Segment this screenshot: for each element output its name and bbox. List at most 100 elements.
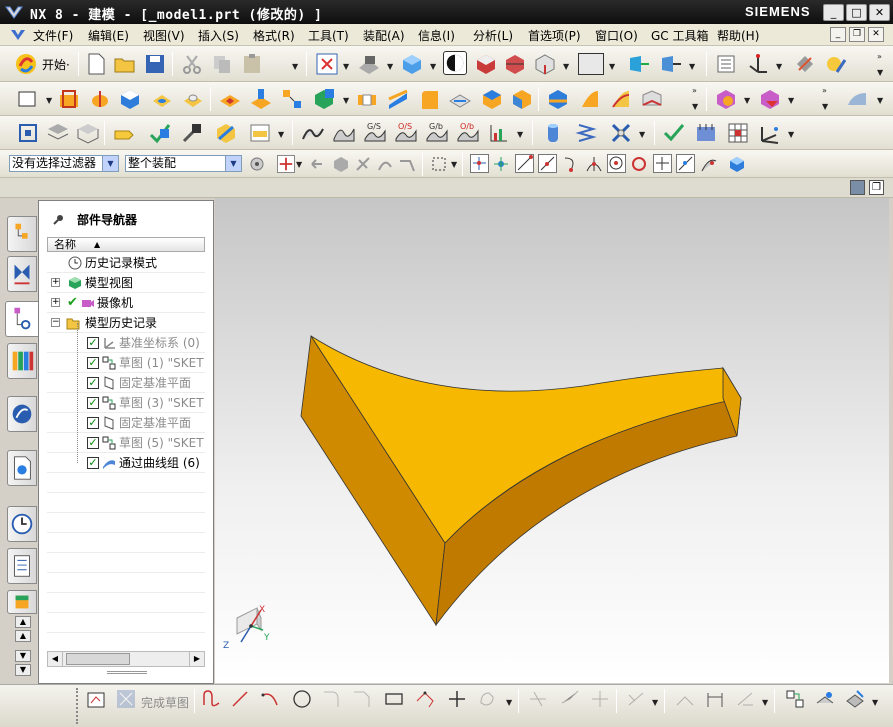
tools-icon[interactable] bbox=[609, 121, 633, 145]
pad-icon[interactable] bbox=[249, 87, 273, 111]
scroll-up-button[interactable]: ▲ bbox=[15, 616, 31, 628]
chamfer-icon[interactable] bbox=[448, 87, 472, 111]
menu-tools[interactable]: 工具(T) bbox=[308, 27, 349, 44]
scroll-left-icon[interactable]: ◀ bbox=[48, 652, 63, 666]
circle-icon[interactable] bbox=[292, 689, 312, 709]
move-feature-icon[interactable] bbox=[180, 121, 204, 145]
constraint-navigator-tab[interactable] bbox=[7, 256, 37, 292]
cylinder-icon[interactable] bbox=[541, 121, 565, 145]
scroll-down-button[interactable]: ▼ bbox=[15, 650, 31, 662]
toolbar-more-icon[interactable]: » bbox=[877, 52, 882, 61]
subtract-icon[interactable] bbox=[355, 87, 379, 111]
csys-icon[interactable] bbox=[758, 121, 782, 145]
feature-check-icon[interactable] bbox=[148, 121, 172, 145]
finish-sketch-button[interactable]: 完成草图 bbox=[141, 694, 189, 711]
chevron-down-icon[interactable]: ▼ bbox=[343, 62, 349, 71]
filter-settings-icon[interactable] bbox=[248, 155, 266, 173]
chevron-down-icon[interactable]: ▼ bbox=[451, 160, 457, 169]
chevron-down-icon[interactable]: ▼ bbox=[46, 96, 52, 105]
system-materials-tab[interactable] bbox=[7, 548, 37, 584]
save-icon[interactable] bbox=[143, 52, 167, 76]
checkbox-icon[interactable]: ✓ bbox=[87, 437, 99, 449]
quick-extend-icon[interactable] bbox=[560, 689, 580, 709]
extrude-view-icon[interactable] bbox=[627, 52, 651, 76]
doc-restore-button[interactable]: ❐ bbox=[849, 27, 865, 42]
chevron-down-icon[interactable]: ▼ bbox=[343, 96, 349, 105]
checkbox-icon[interactable]: ✓ bbox=[87, 397, 99, 409]
scrollbar-thumb[interactable] bbox=[66, 653, 130, 665]
menu-file[interactable]: 文件(F) bbox=[33, 27, 73, 44]
polygon-icon[interactable] bbox=[415, 689, 435, 709]
rectangle-select-icon[interactable] bbox=[430, 155, 448, 173]
intersection-point-icon[interactable] bbox=[585, 155, 603, 173]
chevron-down-icon[interactable]: ▼ bbox=[689, 62, 695, 71]
resize-grip[interactable] bbox=[107, 671, 147, 674]
unite-icon[interactable] bbox=[312, 87, 336, 111]
intersect-icon[interactable] bbox=[386, 87, 410, 111]
control-point-icon[interactable] bbox=[562, 155, 580, 173]
select-curve-icon[interactable] bbox=[376, 155, 394, 173]
view-options-icon[interactable] bbox=[850, 180, 865, 195]
toolbar-more-icon[interactable]: » bbox=[692, 86, 697, 95]
part-navigator-tab[interactable] bbox=[5, 301, 39, 337]
open-folder-icon[interactable] bbox=[113, 52, 137, 76]
web-browser-tab[interactable] bbox=[7, 396, 37, 432]
snap-point-icon[interactable] bbox=[470, 154, 489, 173]
chevron-down-icon[interactable]: ▼ bbox=[639, 130, 645, 139]
select-feature-icon[interactable] bbox=[354, 155, 372, 173]
orient-view-icon[interactable] bbox=[400, 52, 424, 76]
expand-icon[interactable]: + bbox=[51, 298, 60, 307]
menu-assembly[interactable]: 装配(A) bbox=[363, 27, 405, 44]
pin-icon[interactable] bbox=[53, 213, 65, 225]
fit-icon[interactable] bbox=[315, 52, 339, 76]
sketch-icon[interactable] bbox=[16, 87, 40, 111]
view-maximize-button[interactable]: ❐ bbox=[869, 180, 884, 195]
start-button[interactable]: 开始· bbox=[42, 56, 70, 73]
draft-icon[interactable] bbox=[510, 87, 534, 111]
trim-body-icon[interactable] bbox=[546, 87, 570, 111]
scroll-right-icon[interactable]: ▶ bbox=[189, 652, 204, 666]
layer-settings-icon[interactable] bbox=[714, 52, 738, 76]
chevron-down-icon[interactable]: ▼ bbox=[387, 62, 393, 71]
thicken-icon[interactable] bbox=[640, 87, 664, 111]
horizontal-scrollbar[interactable]: ◀ ▶ bbox=[47, 651, 205, 667]
menu-view[interactable]: 视图(V) bbox=[143, 27, 185, 44]
revolve-icon[interactable] bbox=[88, 87, 112, 111]
curve-wave-icon[interactable] bbox=[301, 121, 325, 145]
chevron-down-icon[interactable]: ▼ bbox=[652, 698, 658, 707]
offset-curve-icon[interactable] bbox=[477, 689, 497, 709]
wcs-icon[interactable] bbox=[746, 52, 770, 76]
point-on-surface-icon[interactable] bbox=[700, 155, 718, 173]
graph-icon[interactable] bbox=[487, 121, 511, 145]
chevron-down-icon[interactable]: ▼ bbox=[506, 698, 512, 707]
tree-item-sketch-3[interactable]: ✓ 草图 (3) "SKET bbox=[47, 393, 205, 413]
toolbar-overflow-icon[interactable]: ▼ bbox=[692, 102, 698, 111]
paste-icon[interactable] bbox=[240, 52, 264, 76]
suppress-feature-icon[interactable] bbox=[214, 121, 238, 145]
tree-item-datum-csys[interactable]: ✓ 基准坐标系 (0) bbox=[47, 333, 205, 353]
existing-point-icon[interactable] bbox=[653, 154, 672, 173]
table-icon[interactable] bbox=[76, 121, 100, 145]
block-icon[interactable] bbox=[474, 52, 498, 76]
chevron-down-icon[interactable]: ▼ bbox=[744, 96, 750, 105]
chevron-down-icon[interactable]: ▼ bbox=[517, 130, 523, 139]
tree-item-model-views[interactable]: + 模型视图 bbox=[47, 273, 205, 293]
chevron-down-icon[interactable]: ▼ bbox=[776, 62, 782, 71]
tree-item-cameras[interactable]: + ✔ 摄像机 bbox=[47, 293, 205, 313]
render-style-icon[interactable] bbox=[357, 52, 381, 76]
chevron-down-icon[interactable]: ▼ bbox=[278, 130, 284, 139]
cut-icon[interactable] bbox=[180, 52, 204, 76]
fillet-icon[interactable] bbox=[322, 689, 342, 709]
surface-wave-icon[interactable] bbox=[332, 121, 356, 145]
pocket-icon[interactable] bbox=[218, 87, 242, 111]
tree-item-sketch-5[interactable]: ✓ 草图 (5) "SKET bbox=[47, 433, 205, 453]
background-color-swatch[interactable] bbox=[578, 53, 604, 75]
datum-plane-icon[interactable] bbox=[118, 87, 142, 111]
o-s-icon[interactable]: O/S bbox=[394, 121, 418, 145]
spring-icon[interactable] bbox=[574, 121, 598, 145]
doc-minimize-button[interactable]: _ bbox=[830, 27, 846, 42]
selection-scope-dropdown[interactable]: 整个装配 ▼ bbox=[125, 155, 242, 172]
chevron-down-icon[interactable]: ▼ bbox=[872, 698, 878, 707]
chevron-down-icon[interactable]: ▼ bbox=[225, 156, 241, 171]
chevron-down-icon[interactable]: ▼ bbox=[296, 160, 302, 169]
